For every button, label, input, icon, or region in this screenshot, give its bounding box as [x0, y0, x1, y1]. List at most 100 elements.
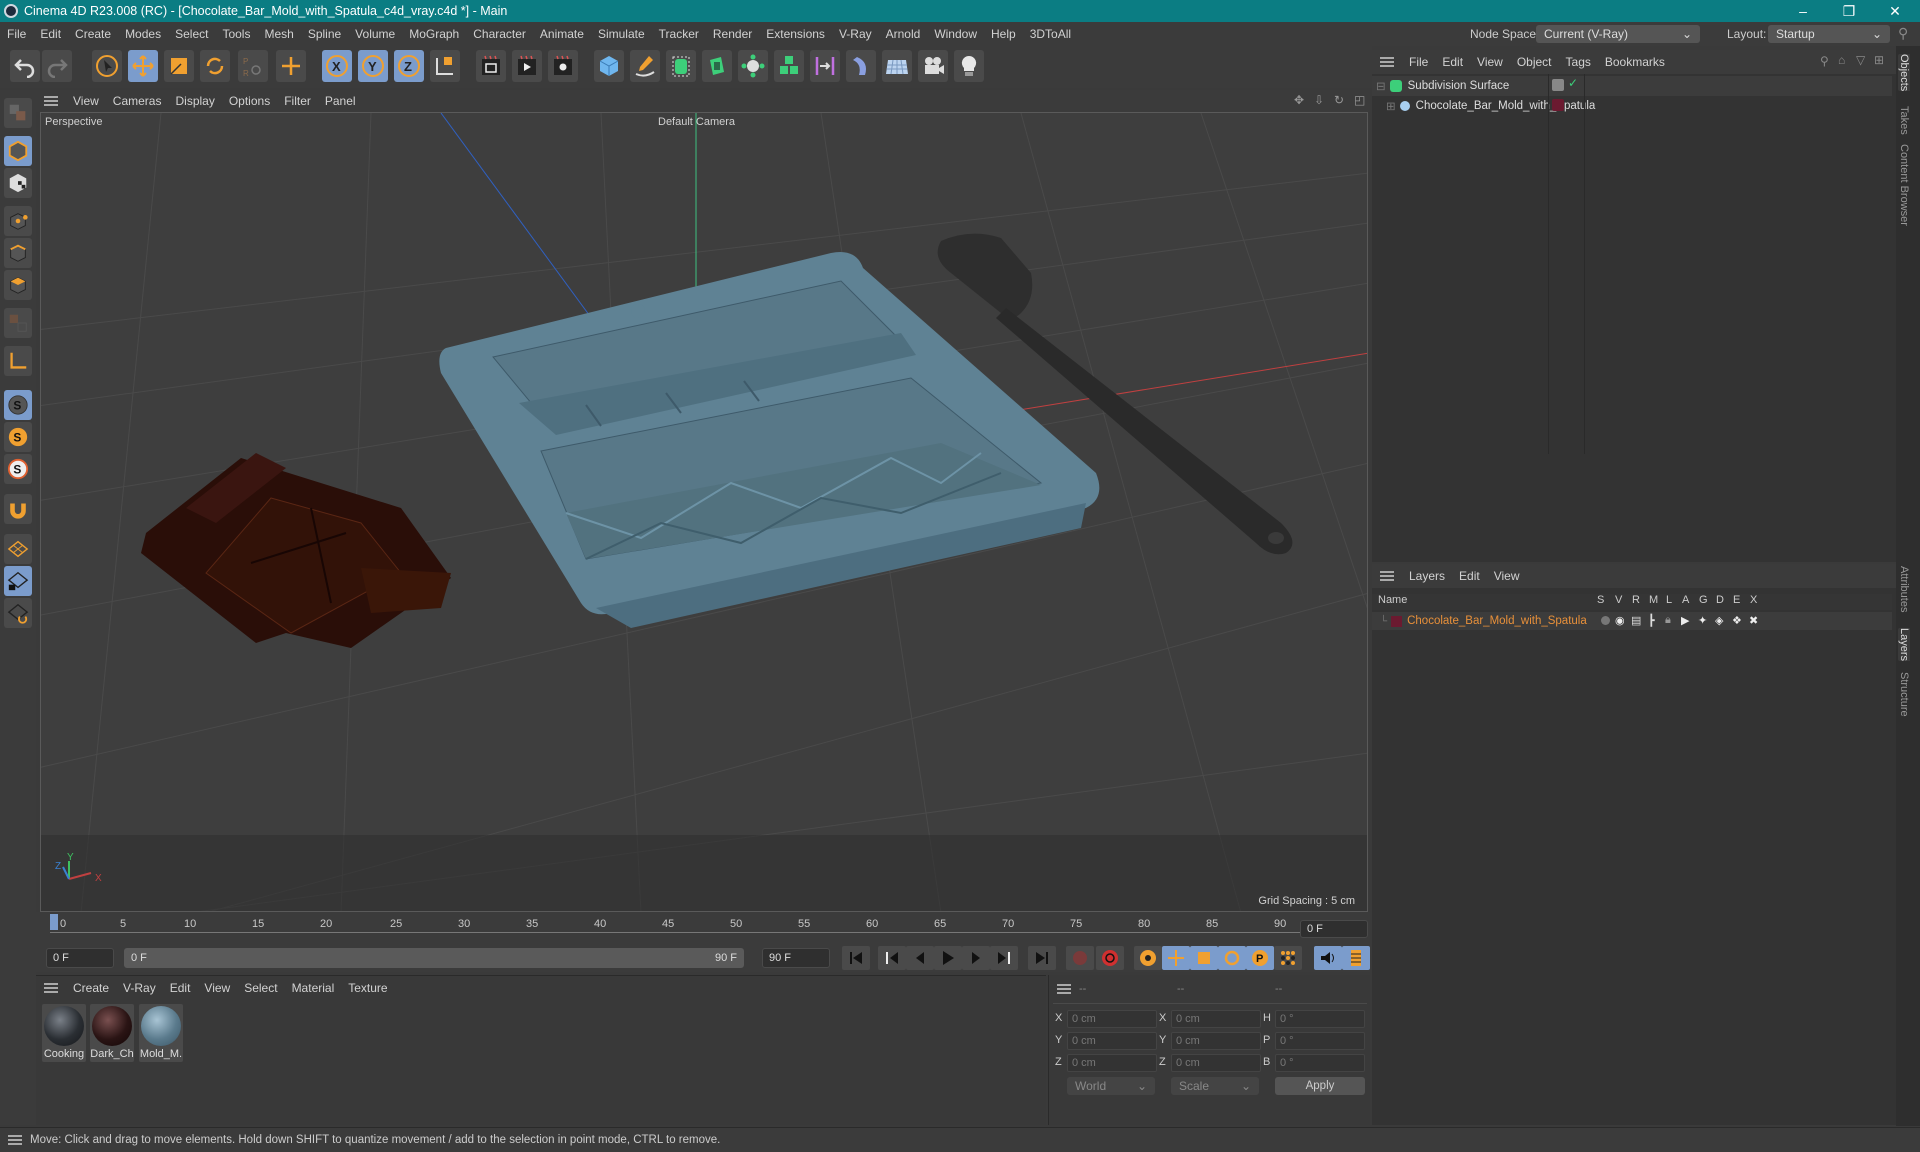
layer-color-swatch[interactable]	[1391, 615, 1403, 627]
material-menu-edit[interactable]: Edit	[163, 981, 198, 995]
pen-button[interactable]	[630, 50, 660, 82]
start-frame-field[interactable]: 0 F	[46, 948, 114, 968]
go-to-start-button[interactable]	[842, 946, 870, 970]
playhead[interactable]	[50, 914, 58, 930]
material-swatch[interactable]: Dark_Ch	[90, 1004, 134, 1062]
locked-workplane-button[interactable]	[4, 566, 32, 596]
collapse-icon[interactable]: ⊟	[1376, 79, 1386, 93]
previous-frame-button[interactable]	[906, 946, 934, 970]
material-menu-material[interactable]: Material	[285, 981, 342, 995]
animation-icon[interactable]: ▶	[1681, 614, 1689, 627]
viewport-menu-panel[interactable]: Panel	[318, 94, 363, 108]
pos-x-field[interactable]: 0 cm	[1067, 1010, 1157, 1028]
column-expressions[interactable]: E	[1733, 594, 1740, 606]
key-position-button[interactable]	[1162, 946, 1190, 970]
render-view-button[interactable]	[476, 50, 506, 82]
material-menu-create[interactable]: Create	[66, 981, 116, 995]
snap-button[interactable]: S	[4, 390, 32, 420]
workplane-button[interactable]	[4, 534, 32, 564]
material-menu-select[interactable]: Select	[237, 981, 284, 995]
pan-view-icon[interactable]: ✥	[1294, 93, 1304, 107]
deformer-icon[interactable]: ◈	[1715, 614, 1723, 627]
tab-content-browser[interactable]: Content Browser	[1898, 144, 1910, 226]
maximize-button[interactable]: ❐	[1826, 0, 1872, 22]
key-parameter-button[interactable]: P	[1246, 946, 1274, 970]
keyframe-settings-button[interactable]	[1134, 946, 1162, 970]
menu-tracker[interactable]: Tracker	[652, 27, 706, 41]
layer-menu-layers[interactable]: Layers	[1402, 569, 1452, 583]
material-menu-vray[interactable]: V-Ray	[116, 981, 163, 995]
menu-character[interactable]: Character	[466, 27, 533, 41]
rotate-view-icon[interactable]: ↻	[1334, 93, 1344, 107]
menu-create[interactable]: Create	[68, 27, 118, 41]
size-z-field[interactable]: 0 cm	[1171, 1054, 1261, 1072]
hamburger-icon[interactable]	[1380, 571, 1394, 581]
quantize-button[interactable]: S	[4, 454, 32, 484]
object-menu-edit[interactable]: Edit	[1435, 55, 1470, 69]
menu-modes[interactable]: Modes	[118, 27, 168, 41]
xref-icon[interactable]: ✖	[1749, 614, 1758, 627]
column-xrefs[interactable]: X	[1750, 594, 1757, 606]
hamburger-icon[interactable]	[44, 983, 58, 993]
scale-tool-button[interactable]	[164, 50, 194, 82]
3d-viewport[interactable]: Perspective Default Camera Y X Z Grid Sp…	[40, 112, 1368, 912]
generator-icon[interactable]: ✦	[1698, 614, 1707, 627]
magnet-button[interactable]	[4, 494, 32, 524]
menu-help[interactable]: Help	[984, 27, 1023, 41]
symmetry-button[interactable]	[810, 50, 840, 82]
column-deformers[interactable]: D	[1716, 594, 1724, 606]
menu-extensions[interactable]: Extensions	[759, 27, 832, 41]
eye-icon[interactable]: ◉	[1615, 614, 1625, 627]
texture-mode-button[interactable]	[4, 168, 32, 198]
rot-b-field[interactable]: 0 °	[1275, 1054, 1365, 1072]
column-locked[interactable]: L	[1666, 594, 1672, 606]
viewport-menu-options[interactable]: Options	[222, 94, 277, 108]
array-button[interactable]	[774, 50, 804, 82]
end-frame-field[interactable]: 90 F	[762, 948, 830, 968]
object-row[interactable]: ⊟ Subdivision Surface	[1376, 76, 1509, 96]
viewport-menu-view[interactable]: View	[66, 94, 106, 108]
maximize-view-icon[interactable]: ◰	[1354, 93, 1365, 107]
coordinate-system-select[interactable]: World ⌄	[1067, 1077, 1155, 1095]
object-menu-view[interactable]: View	[1470, 55, 1510, 69]
material-swatch[interactable]: Mold_M.	[139, 1004, 183, 1062]
key-rotation-button[interactable]	[1218, 946, 1246, 970]
coordinate-system-button[interactable]	[430, 50, 460, 82]
expression-icon[interactable]: ❖	[1732, 614, 1742, 627]
x-axis-lock-button[interactable]: X	[322, 50, 352, 82]
key-scale-button[interactable]	[1190, 946, 1218, 970]
hamburger-icon[interactable]	[1380, 57, 1394, 67]
search-icon[interactable]: ⚲	[1820, 54, 1829, 68]
size-y-field[interactable]: 0 cm	[1171, 1032, 1261, 1050]
layer-menu-edit[interactable]: Edit	[1452, 569, 1487, 583]
menu-mograph[interactable]: MoGraph	[402, 27, 466, 41]
zoom-view-icon[interactable]: ⇩	[1314, 93, 1324, 107]
layout-select[interactable]: Startup ⌄	[1768, 25, 1890, 43]
menu-simulate[interactable]: Simulate	[591, 27, 652, 41]
psr-button[interactable]: PR	[238, 50, 268, 82]
point-mode-button[interactable]	[4, 206, 32, 236]
pos-z-field[interactable]: 0 cm	[1067, 1054, 1157, 1072]
column-solo[interactable]: S	[1597, 594, 1604, 606]
cloner-button[interactable]	[738, 50, 768, 82]
manager-icon[interactable]: ┣	[1648, 614, 1655, 627]
hamburger-icon[interactable]	[44, 96, 58, 106]
viewport-menu-filter[interactable]: Filter	[277, 94, 318, 108]
edge-mode-button[interactable]	[4, 238, 32, 268]
render-picture-viewer-button[interactable]	[512, 50, 542, 82]
node-space-select[interactable]: Current (V-Ray) ⌄	[1536, 25, 1700, 43]
column-render[interactable]: R	[1632, 594, 1640, 606]
tab-layers[interactable]: Layers	[1898, 628, 1910, 662]
axis-mode-button[interactable]	[4, 346, 32, 376]
material-swatch[interactable]: Cooking	[42, 1004, 86, 1062]
material-menu-view[interactable]: View	[197, 981, 237, 995]
timeline-view-button[interactable]	[1342, 946, 1370, 970]
layer-color-tag[interactable]	[1552, 99, 1564, 111]
column-animation[interactable]: A	[1682, 594, 1689, 606]
render-settings-button[interactable]	[548, 50, 578, 82]
hamburger-icon[interactable]	[1057, 984, 1071, 994]
editor-toggle-icon[interactable]	[1552, 79, 1564, 91]
object-menu-object[interactable]: Object	[1510, 55, 1559, 69]
z-axis-lock-button[interactable]: Z	[394, 50, 424, 82]
move-plus-button[interactable]	[276, 50, 306, 82]
